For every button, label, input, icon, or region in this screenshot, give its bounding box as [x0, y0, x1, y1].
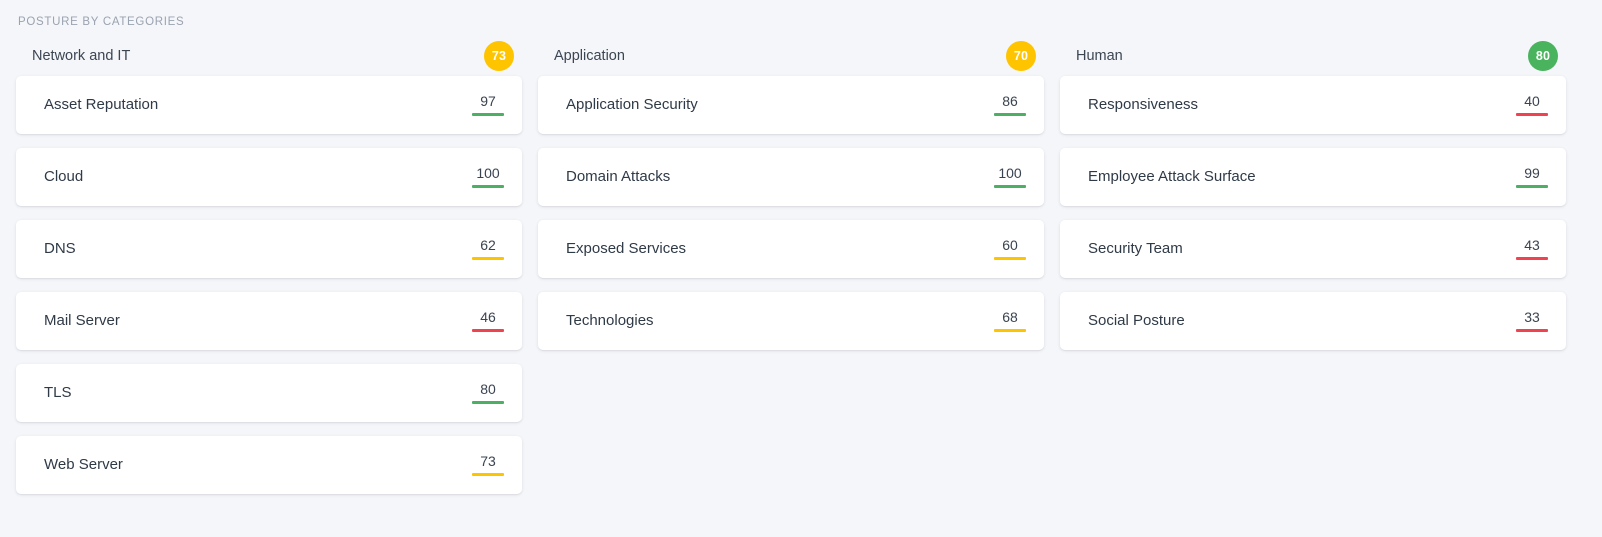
category-card-label: Security Team — [1088, 240, 1183, 257]
category-card-label: Employee Attack Surface — [1088, 168, 1256, 185]
category-card-score-bar — [472, 256, 504, 260]
category-card-score-value: 43 — [1524, 236, 1540, 253]
category-card[interactable]: Cloud 100 — [16, 148, 522, 206]
page-title: POSTURE BY CATEGORIES — [18, 16, 185, 28]
category-card[interactable]: Application Security 86 — [538, 76, 1044, 134]
category-card-score-bar — [1516, 328, 1548, 332]
category-card-score-bar — [1516, 256, 1548, 260]
category-card-score-value: 80 — [480, 380, 496, 397]
category-card-score-value: 40 — [1524, 92, 1540, 109]
category-card-label: DNS — [44, 240, 76, 257]
posture-by-categories-panel: POSTURE BY CATEGORIES Network and IT 73 As… — [0, 0, 1602, 537]
category-card-score-bar — [1516, 184, 1548, 188]
category-card-label: Cloud — [44, 168, 84, 185]
category-card-list: Responsiveness 40 Employee Attack Surface 9… — [1060, 76, 1566, 350]
category-score-badge: 70 — [1006, 41, 1036, 71]
category-card-list: Application Security 86 Domain Attacks 100 E… — [538, 76, 1044, 350]
category-card[interactable]: DNS 62 — [16, 220, 522, 278]
category-card-score: 68 — [994, 309, 1026, 334]
category-card-score-value: 73 — [480, 452, 496, 469]
category-card[interactable]: Web Server 73 — [16, 436, 522, 494]
category-column-title: Human — [1076, 48, 1123, 64]
category-card-score-bar — [994, 184, 1026, 188]
category-card[interactable]: Employee Attack Surface 99 — [1060, 148, 1566, 206]
category-card-score-value: 60 — [1002, 236, 1018, 253]
category-card-score-bar — [472, 400, 504, 404]
category-card-score-bar — [994, 256, 1026, 260]
category-column-header: Human 80 — [1060, 36, 1566, 76]
category-card[interactable]: Technologies 68 — [538, 292, 1044, 350]
category-card-label: Social Posture — [1088, 312, 1185, 329]
category-card-label: Mail Server — [44, 312, 120, 329]
category-column-title: Application — [554, 48, 625, 64]
category-card-score: 86 — [994, 93, 1026, 118]
category-card-score: 62 — [472, 237, 504, 262]
category-card-label: Responsiveness — [1088, 96, 1199, 113]
category-card-score-value: 97 — [480, 92, 496, 109]
category-card-score-bar — [1516, 112, 1548, 116]
category-card[interactable]: Security Team 43 — [1060, 220, 1566, 278]
category-card-score: 80 — [472, 381, 504, 406]
category-card-score-value: 100 — [998, 164, 1022, 181]
category-card[interactable]: Domain Attacks 100 — [538, 148, 1044, 206]
category-card-score-value: 86 — [1002, 92, 1018, 109]
category-columns: Network and IT 73 Asset Reputation 97 Cloud 1… — [16, 36, 1566, 494]
category-card-label: Domain Attacks — [566, 168, 671, 185]
category-card-label: Asset Reputation — [44, 96, 159, 113]
category-card-score: 40 — [1516, 93, 1548, 118]
category-card-score-bar — [472, 472, 504, 476]
category-card-score-value: 99 — [1524, 164, 1540, 181]
category-card[interactable]: Social Posture 33 — [1060, 292, 1566, 350]
category-card-score-bar — [994, 112, 1026, 116]
category-card-label: Web Server — [44, 456, 123, 473]
category-card-score: 73 — [472, 453, 504, 478]
category-card-score: 46 — [472, 309, 504, 334]
category-card[interactable]: TLS 80 — [16, 364, 522, 422]
category-column: Application 70 Application Security 86 Domai… — [538, 36, 1044, 350]
category-card[interactable]: Asset Reputation 97 — [16, 76, 522, 134]
category-card-score: 97 — [472, 93, 504, 118]
category-column-title: Network and IT — [32, 48, 131, 64]
category-card-score-value: 33 — [1524, 308, 1540, 325]
category-card-label: Technologies — [566, 312, 654, 329]
category-column: Human 80 Responsiveness 40 Employee Attack S… — [1060, 36, 1566, 350]
category-card-score: 33 — [1516, 309, 1548, 334]
category-card-score: 60 — [994, 237, 1026, 262]
category-card-score: 100 — [472, 165, 504, 190]
category-card-score: 100 — [994, 165, 1026, 190]
category-card[interactable]: Responsiveness 40 — [1060, 76, 1566, 134]
category-column-header: Network and IT 73 — [16, 36, 522, 76]
category-column-header: Application 70 — [538, 36, 1044, 76]
category-card-label: Exposed Services — [566, 240, 687, 257]
category-card-score-bar — [472, 112, 504, 116]
category-card-score-value: 62 — [480, 236, 496, 253]
category-card-score-bar — [472, 328, 504, 332]
category-card-score: 99 — [1516, 165, 1548, 190]
category-column: Network and IT 73 Asset Reputation 97 Cloud 1… — [16, 36, 522, 494]
category-card-score-value: 46 — [480, 308, 496, 325]
category-card-score-value: 68 — [1002, 308, 1018, 325]
category-score-badge: 80 — [1528, 41, 1558, 71]
category-card-score-bar — [472, 184, 504, 188]
category-card[interactable]: Exposed Services 60 — [538, 220, 1044, 278]
category-card-score-value: 100 — [476, 164, 500, 181]
category-card[interactable]: Mail Server 46 — [16, 292, 522, 350]
category-card-list: Asset Reputation 97 Cloud 100 DNS 62 Mail Serv… — [16, 76, 522, 494]
category-score-badge: 73 — [484, 41, 514, 71]
category-card-label: Application Security — [566, 96, 698, 113]
category-card-label: TLS — [44, 384, 72, 401]
category-card-score: 43 — [1516, 237, 1548, 262]
category-card-score-bar — [994, 328, 1026, 332]
